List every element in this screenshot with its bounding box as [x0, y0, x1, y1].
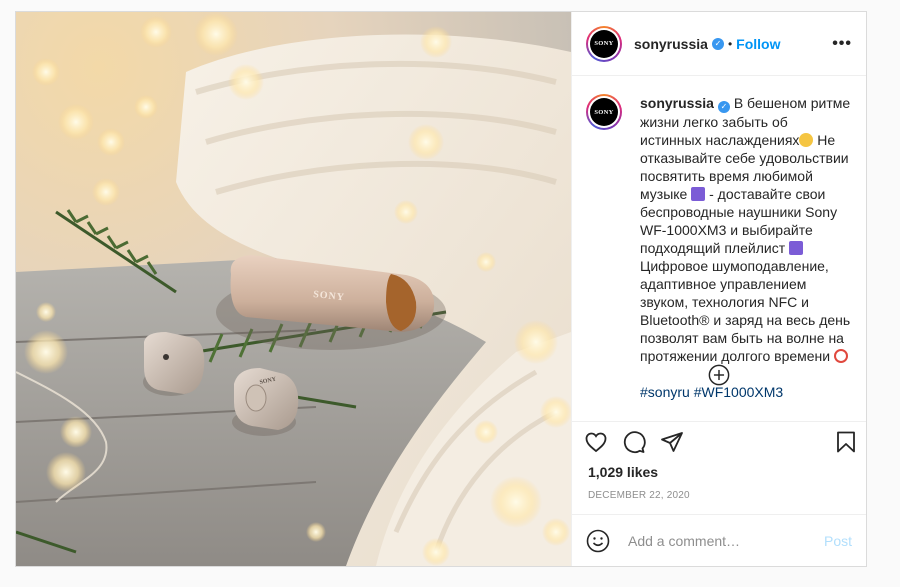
comment-input[interactable]	[626, 531, 824, 550]
avatar[interactable]: SONY	[586, 25, 622, 62]
verified-badge-icon: ✓	[717, 101, 730, 113]
photo-illustration: SONY SONY	[16, 12, 571, 566]
caption-avatar-logo-text: SONY	[590, 98, 618, 126]
smiling-emoji-icon	[799, 133, 814, 147]
action-bar	[572, 421, 866, 462]
separator-dot: •	[727, 36, 733, 51]
plus-circle-icon[interactable]	[708, 364, 730, 386]
caption-text-4: Цифровое шумоподавление, адаптивное упра…	[640, 258, 851, 364]
music-notes-emoji-icon	[789, 241, 803, 255]
username-link[interactable]: sonyrussia	[634, 36, 708, 52]
likes-count[interactable]: 1,029 likes	[572, 462, 866, 486]
post-sidebar: SONY sonyrussia ✓ • Follow ••• SONY sony…	[571, 12, 866, 566]
caption-timestamp[interactable]: 11w	[640, 417, 852, 421]
paper-plane-icon[interactable]	[660, 430, 684, 454]
post-date[interactable]: DECEMBER 22, 2020	[572, 486, 866, 514]
verified-badge-icon: ✓	[711, 37, 724, 50]
alarm-clock-emoji-icon	[834, 349, 848, 363]
bookmark-icon[interactable]	[834, 430, 858, 454]
hashtag-links[interactable]: #sonyru #WF1000XM3	[640, 383, 852, 401]
post-card: SONY SONY SONY sonyrussia ✓ • Follow •••…	[15, 11, 867, 567]
post-header: SONY sonyrussia ✓ • Follow •••	[572, 12, 866, 76]
comment-bubble-icon[interactable]	[622, 430, 646, 454]
post-photo[interactable]: SONY SONY	[16, 12, 571, 566]
comments-area[interactable]: SONY sonyrussia ✓ В бешеном ритме жизни л…	[572, 76, 866, 421]
caption-body: sonyrussia ✓ В бешеном ритме жизни легко …	[640, 94, 852, 421]
comment-form: Post	[572, 514, 866, 566]
heart-icon[interactable]	[584, 430, 608, 454]
music-notes-emoji-icon	[691, 187, 706, 201]
avatar-logo-text: SONY	[590, 29, 618, 58]
caption-username-link[interactable]: sonyrussia	[640, 95, 714, 111]
smiley-icon[interactable]	[586, 529, 610, 553]
follow-button[interactable]: Follow	[736, 36, 780, 52]
more-options-icon[interactable]: •••	[832, 35, 852, 53]
caption-avatar[interactable]: SONY	[586, 94, 622, 130]
post-comment-button[interactable]: Post	[824, 533, 852, 549]
